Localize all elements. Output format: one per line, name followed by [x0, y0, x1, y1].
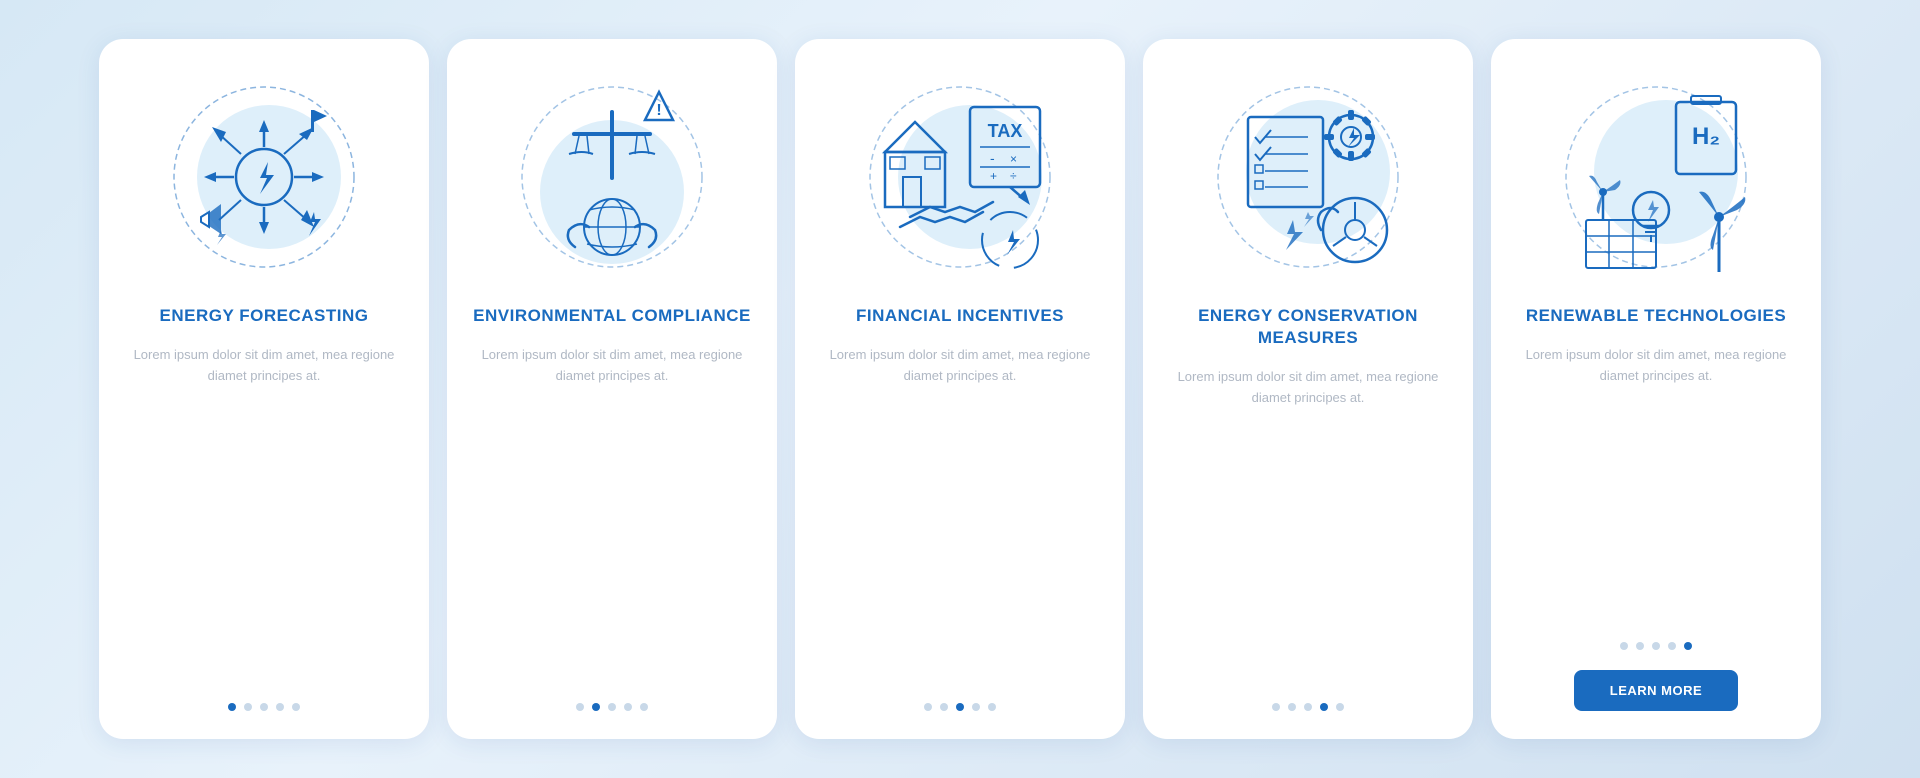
dot-3: [956, 703, 964, 711]
illustration-financial-incentives: TAX - × + ÷: [850, 67, 1070, 287]
dot-4: [276, 703, 284, 711]
dot-1: [576, 703, 584, 711]
card-financial-incentives: TAX - × + ÷ FINANCIAL INCENTIVES: [795, 39, 1125, 739]
card-text-energy-conservation: Lorem ipsum dolor sit dim amet, mea regi…: [1167, 367, 1449, 409]
card-title-energy-forecasting: ENERGY FORECASTING: [160, 305, 369, 327]
dot-3: [1652, 642, 1660, 650]
dots-financial-incentives: [924, 703, 996, 711]
illustration-energy-conservation: [1198, 67, 1418, 287]
dots-energy-forecasting: [228, 703, 300, 711]
illustration-environmental-compliance: !: [502, 67, 722, 287]
svg-text:-: -: [990, 150, 995, 166]
card-text-environmental-compliance: Lorem ipsum dolor sit dim amet, mea regi…: [471, 345, 753, 387]
card-energy-forecasting: ENERGY FORECASTING Lorem ipsum dolor sit…: [99, 39, 429, 739]
dot-4: [624, 703, 632, 711]
learn-more-button[interactable]: LEARN MORE: [1574, 670, 1738, 711]
dot-2: [244, 703, 252, 711]
dot-3: [608, 703, 616, 711]
svg-text:×: ×: [1010, 152, 1017, 166]
dot-4: [972, 703, 980, 711]
card-environmental-compliance: ! ENVIRONMENTAL COMPLIANCE Lorem ipsum d…: [447, 39, 777, 739]
dot-1: [228, 703, 236, 711]
card-energy-conservation: ENERGY CONSERVATION MEASURES Lorem ipsum…: [1143, 39, 1473, 739]
dot-1: [924, 703, 932, 711]
dots-environmental-compliance: [576, 703, 648, 711]
dot-4: [1320, 703, 1328, 711]
card-title-energy-conservation: ENERGY CONSERVATION MEASURES: [1167, 305, 1449, 349]
card-title-renewable-technologies: RENEWABLE TECHNOLOGIES: [1526, 305, 1786, 327]
illustration-energy-forecasting: [154, 67, 374, 287]
svg-text:TAX: TAX: [988, 121, 1023, 141]
dot-4: [1668, 642, 1676, 650]
card-title-financial-incentives: FINANCIAL INCENTIVES: [856, 305, 1064, 327]
dots-energy-conservation: [1272, 703, 1344, 711]
card-renewable-technologies: H₂: [1491, 39, 1821, 739]
dots-renewable-technologies: [1620, 642, 1692, 650]
dot-1: [1620, 642, 1628, 650]
svg-text:!: !: [656, 102, 661, 119]
illustration-renewable-technologies: H₂: [1546, 67, 1766, 287]
cards-container: ENERGY FORECASTING Lorem ipsum dolor sit…: [69, 9, 1851, 769]
card-text-energy-forecasting: Lorem ipsum dolor sit dim amet, mea regi…: [123, 345, 405, 387]
dot-5: [988, 703, 996, 711]
dot-2: [1636, 642, 1644, 650]
card-text-financial-incentives: Lorem ipsum dolor sit dim amet, mea regi…: [819, 345, 1101, 387]
dot-5: [1336, 703, 1344, 711]
dot-5: [640, 703, 648, 711]
dot-5: [292, 703, 300, 711]
svg-text:H₂: H₂: [1692, 123, 1720, 150]
dot-2: [1288, 703, 1296, 711]
dot-3: [1304, 703, 1312, 711]
card-title-environmental-compliance: ENVIRONMENTAL COMPLIANCE: [473, 305, 751, 327]
card-text-renewable-technologies: Lorem ipsum dolor sit dim amet, mea regi…: [1515, 345, 1797, 387]
dot-3: [260, 703, 268, 711]
dot-2: [592, 703, 600, 711]
svg-text:÷: ÷: [1010, 169, 1017, 183]
dot-5: [1684, 642, 1692, 650]
svg-text:+: +: [990, 169, 997, 183]
dot-2: [940, 703, 948, 711]
dot-1: [1272, 703, 1280, 711]
